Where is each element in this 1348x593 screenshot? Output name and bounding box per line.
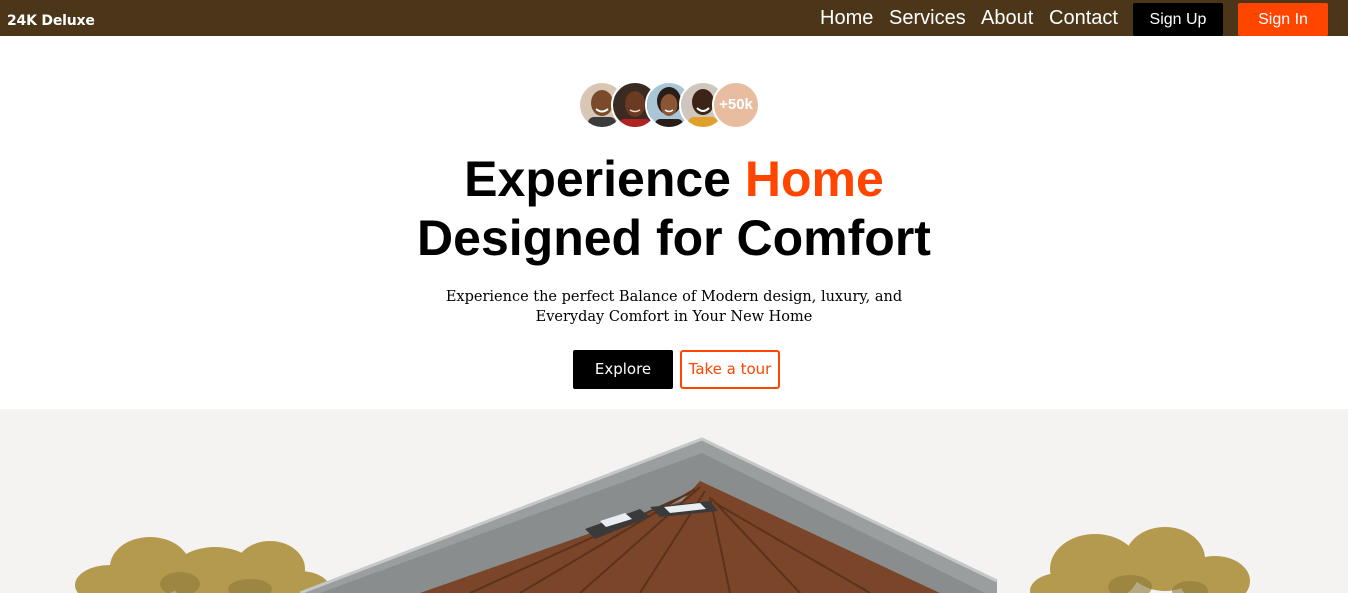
hero-subtitle: Experience the perfect Balance of Modern… — [0, 287, 1348, 327]
sign-in-button[interactable]: Sign In — [1238, 3, 1328, 36]
navbar: 24K Deluxe Home Services About Contact S… — [0, 0, 1348, 36]
take-a-tour-button[interactable]: Take a tour — [680, 350, 780, 389]
subtitle-line-1: Experience the perfect Balance of Modern… — [445, 289, 903, 305]
nav-link-services[interactable]: Services — [889, 6, 966, 30]
brand-logo[interactable]: 24K Deluxe — [7, 12, 95, 30]
explore-button[interactable]: Explore — [573, 350, 673, 389]
hero-headline: Experience Home Designed for Comfort — [0, 150, 1348, 268]
sign-up-button[interactable]: Sign Up — [1133, 3, 1223, 36]
nav-link-contact[interactable]: Contact — [1049, 6, 1118, 30]
nav-link-home[interactable]: Home — [820, 6, 873, 30]
house-photo — [0, 409, 1348, 593]
headline-accent: Home — [744, 151, 884, 207]
nav-link-about[interactable]: About — [981, 6, 1033, 30]
headline-prefix: Experience — [464, 151, 745, 207]
headline-line-2: Designed for Comfort — [417, 210, 931, 266]
subtitle-line-2: Everyday Comfort in Your New Home — [535, 309, 813, 325]
more-customers-badge: +50k — [712, 81, 760, 129]
